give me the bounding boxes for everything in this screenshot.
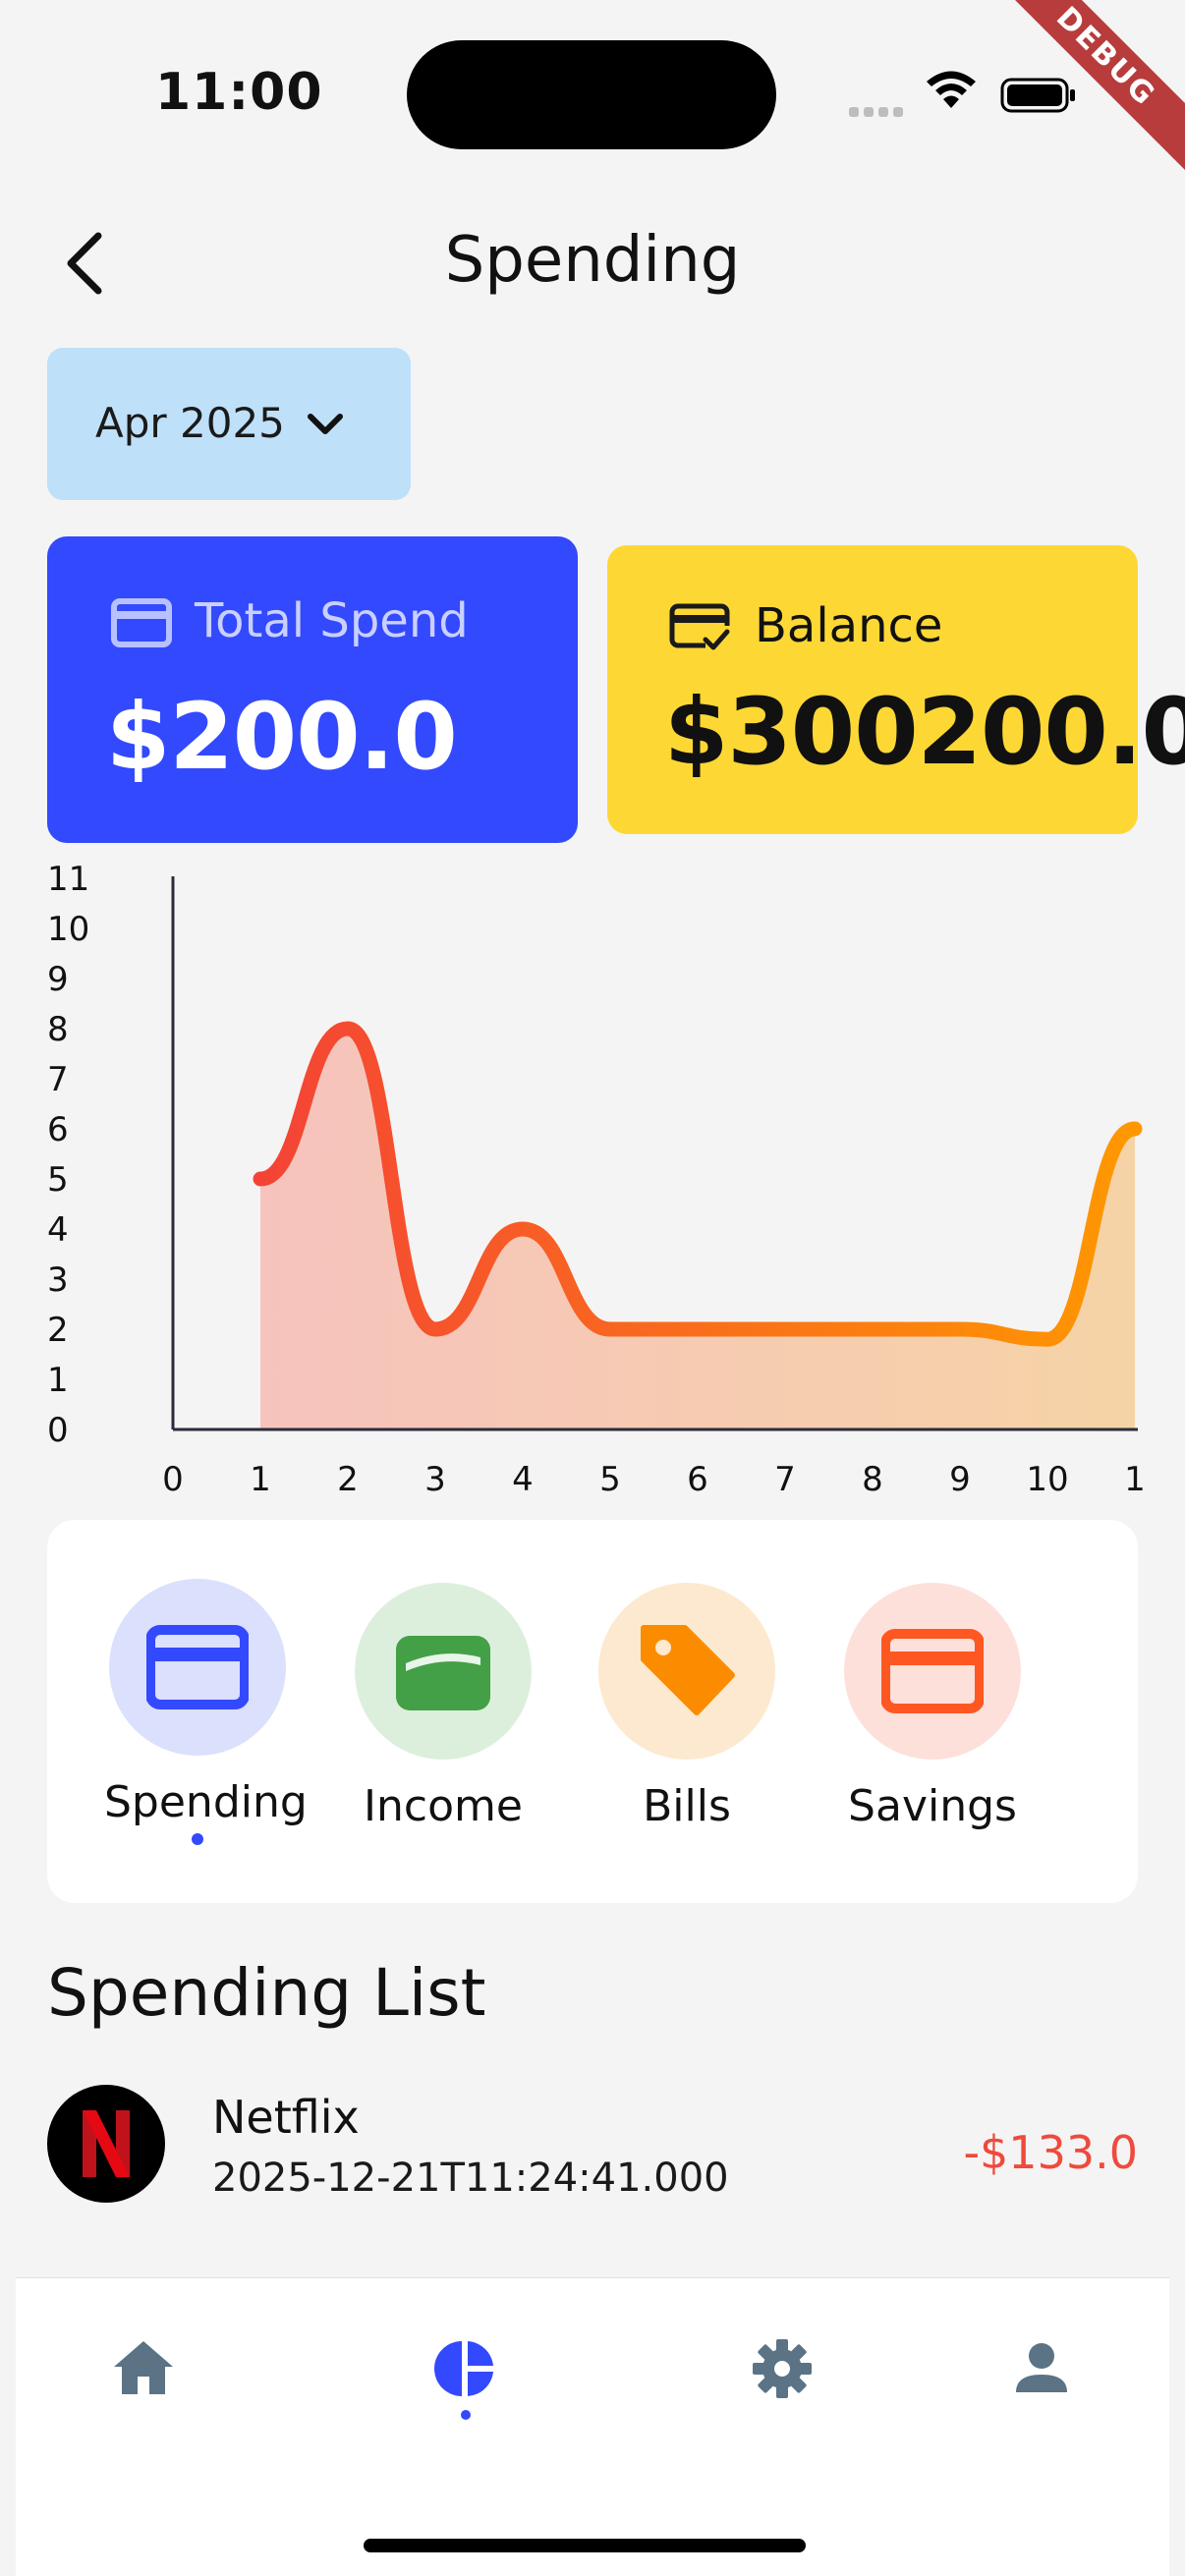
y-tick-label: 10	[47, 910, 89, 949]
month-selector[interactable]: Apr 2025	[47, 348, 411, 500]
category-icon-circle	[844, 1583, 1021, 1760]
pie-chart-icon	[434, 2341, 493, 2396]
category-bills[interactable]: Bills	[593, 1583, 780, 1831]
total-spend-card: Total Spend $200.0	[47, 536, 578, 843]
category-label-spending: Spending	[104, 1777, 308, 1827]
x-tick-label: 9	[949, 1460, 971, 1499]
credit-card-icon	[111, 598, 172, 647]
y-tick-label: 5	[47, 1160, 69, 1200]
chevron-down-icon	[308, 414, 343, 434]
spending-list-title: Spending List	[47, 1955, 486, 2031]
active-indicator-dot	[461, 2410, 471, 2420]
y-tick-label: 8	[47, 1010, 69, 1049]
netflix-logo-icon	[83, 2110, 130, 2177]
category-label-savings: Savings	[848, 1781, 1017, 1831]
month-selector-value: Apr 2025	[95, 399, 285, 447]
x-tick-label: 6	[687, 1460, 708, 1499]
category-panel: Spending Income Bills Savings	[47, 1520, 1138, 1903]
wifi-icon	[927, 71, 976, 108]
total-spend-label: Total Spend	[195, 593, 469, 648]
y-tick-label: 4	[47, 1210, 69, 1250]
nav-home[interactable]	[104, 2329, 183, 2408]
x-tick-label: 1	[1124, 1460, 1146, 1499]
balance-value: $300200.0	[664, 679, 1185, 786]
y-tick-label: 9	[47, 960, 69, 999]
battery-icon	[1000, 78, 1075, 113]
category-icon-circle	[598, 1583, 775, 1760]
balance-card: Balance $300200.0	[607, 545, 1185, 834]
category-icon-circle	[355, 1583, 532, 1760]
y-tick-label: 7	[47, 1060, 69, 1099]
bottom-navigation	[16, 2277, 1169, 2576]
category-label-income: Income	[364, 1781, 523, 1831]
total-spend-value: $200.0	[106, 684, 458, 791]
cellular-signal-icon	[849, 102, 908, 117]
nav-settings[interactable]	[743, 2329, 821, 2408]
spending-screen: 11:00 DEBUG Spending Apr 2025 Total Spen…	[0, 0, 1185, 2576]
category-icon-circle	[109, 1579, 286, 1756]
nav-statistics[interactable]	[426, 2329, 505, 2420]
x-tick-label: 10	[1026, 1460, 1068, 1499]
settings-icon	[753, 2339, 812, 2398]
x-tick-label: 0	[162, 1460, 184, 1499]
y-tick-label: 1	[47, 1361, 69, 1400]
tag-icon	[641, 1625, 735, 1715]
balance-label: Balance	[755, 598, 943, 653]
wallet-icon	[396, 1636, 490, 1710]
dynamic-island	[407, 40, 776, 149]
x-tick-label: 1	[250, 1460, 271, 1499]
card-check-icon	[669, 603, 730, 650]
spending-line-chart: 0 1 2 3 4 5 6 7 8 9 10 11 0 1 2 3 4 5 6 7 8 9 10 1	[47, 860, 1146, 1499]
item-amount: -$133.0	[963, 2126, 1138, 2179]
y-tick-label: 3	[47, 1260, 69, 1300]
category-spending[interactable]: Spending	[104, 1579, 308, 1845]
item-name: Netflix	[212, 2091, 360, 2144]
category-savings[interactable]: Savings	[839, 1583, 1026, 1831]
list-item[interactable]: Netflix 2025-12-21T11:24:41.000 -$133.0	[47, 2083, 1138, 2211]
y-tick-label: 11	[47, 860, 89, 899]
x-tick-label: 7	[774, 1460, 796, 1499]
x-tick-label: 2	[337, 1460, 359, 1499]
nav-profile[interactable]	[1002, 2329, 1081, 2408]
active-indicator-dot	[192, 1833, 203, 1845]
credit-card-icon	[881, 1629, 984, 1713]
item-date: 2025-12-21T11:24:41.000	[212, 2156, 729, 2201]
x-tick-label: 8	[862, 1460, 883, 1499]
x-tick-label: 5	[599, 1460, 621, 1499]
home-icon	[114, 2341, 173, 2394]
y-tick-label: 0	[47, 1411, 69, 1450]
category-label-bills: Bills	[643, 1781, 731, 1831]
page-title: Spending	[444, 224, 741, 297]
profile-icon	[1016, 2343, 1067, 2392]
category-income[interactable]: Income	[350, 1583, 536, 1831]
netflix-logo	[47, 2085, 165, 2203]
home-indicator	[364, 2539, 806, 2552]
chart-area-fill	[260, 1029, 1135, 1429]
credit-card-icon	[146, 1625, 249, 1709]
y-tick-label: 6	[47, 1110, 69, 1149]
status-time: 11:00	[155, 63, 323, 122]
y-tick-label: 2	[47, 1311, 69, 1350]
x-tick-label: 4	[512, 1460, 534, 1499]
x-tick-label: 3	[424, 1460, 446, 1499]
